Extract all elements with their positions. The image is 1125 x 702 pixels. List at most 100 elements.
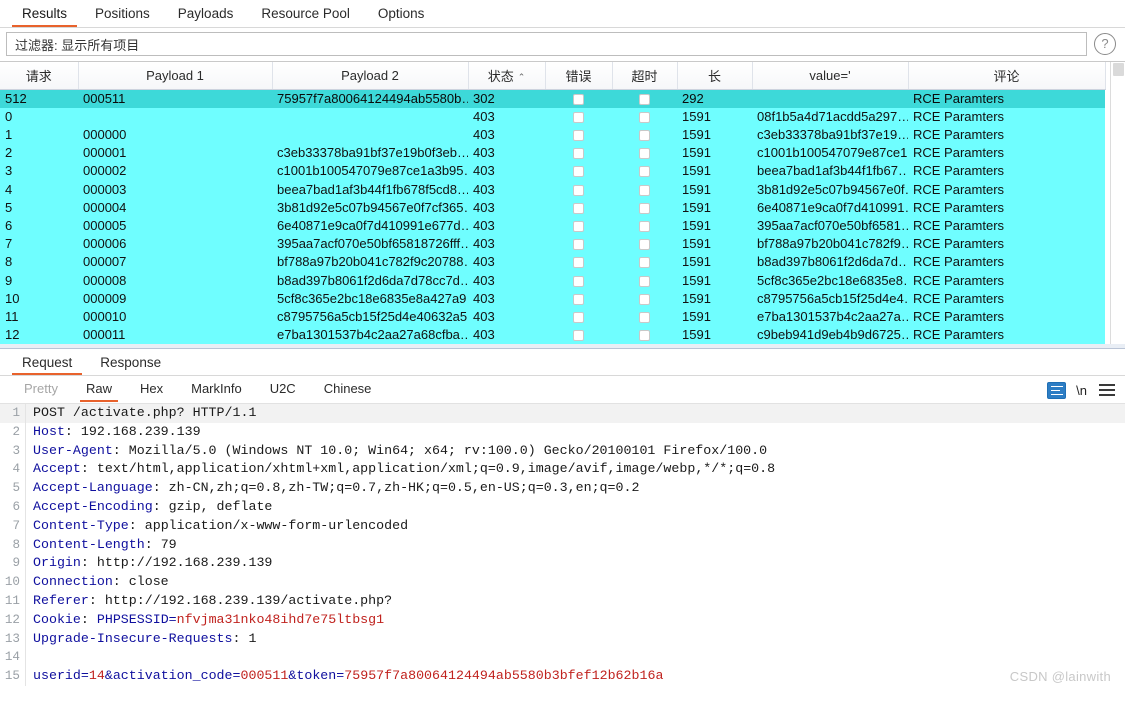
scrollbar-thumb[interactable]	[1113, 63, 1124, 76]
cell-error-checkbox[interactable]	[545, 181, 612, 199]
checkbox-icon[interactable]	[639, 293, 650, 305]
checkbox-icon[interactable]	[639, 330, 650, 342]
cell-error-checkbox[interactable]	[545, 89, 612, 108]
column-header-length[interactable]: 长	[677, 62, 753, 90]
table-row[interactable]: 2 000001 c3eb33378ba91bf37e19b0f3eb… 403 159…	[0, 144, 1105, 163]
column-header-error[interactable]: 错误	[545, 62, 613, 90]
checkbox-icon[interactable]	[639, 275, 650, 287]
checkbox-icon[interactable]	[639, 312, 650, 323]
cell-timeout-checkbox[interactable]	[612, 272, 677, 290]
checkbox-icon[interactable]	[573, 220, 584, 232]
view-tab-pretty[interactable]: Pretty	[10, 378, 72, 402]
checkbox-icon[interactable]	[639, 166, 650, 178]
checkbox-icon[interactable]	[639, 202, 650, 214]
cell-error-checkbox[interactable]	[545, 308, 612, 326]
column-header-status[interactable]: 状态 ⌃	[468, 62, 546, 90]
tab-results[interactable]: Results	[8, 2, 81, 27]
table-row[interactable]: 6 000005 6e40871e9ca0f7d410991e677d… 403 159…	[0, 216, 1105, 236]
table-row[interactable]: 8 000007 bf788a97b20b041c782f9c20788… 403 15…	[0, 253, 1105, 272]
cell-timeout-checkbox[interactable]	[612, 253, 677, 271]
cell-error-checkbox[interactable]	[545, 290, 612, 308]
checkbox-icon[interactable]	[573, 166, 584, 178]
checkbox-icon[interactable]	[639, 239, 650, 251]
checkbox-icon[interactable]	[639, 111, 650, 123]
table-row[interactable]: 4 000003 beea7bad1af3b44f1fb678f5cd8… 403 15…	[0, 180, 1105, 199]
checkbox-icon[interactable]	[573, 275, 584, 287]
cell-timeout-checkbox[interactable]	[612, 162, 677, 180]
cell-timeout-checkbox[interactable]	[612, 181, 677, 199]
cell-error-checkbox[interactable]	[545, 199, 612, 217]
table-row[interactable]: 9 000008 b8ad397b8061f2d6da7d78cc7d… 403 159…	[0, 271, 1105, 290]
checkbox-icon[interactable]	[573, 93, 584, 105]
cell-timeout-checkbox[interactable]	[612, 235, 677, 253]
cell-error-checkbox[interactable]	[545, 144, 612, 162]
cell-error-checkbox[interactable]	[545, 235, 612, 253]
question-mark-icon[interactable]: ?	[1094, 33, 1116, 55]
column-header-request[interactable]: 请求	[0, 62, 79, 90]
cell-timeout-checkbox[interactable]	[612, 290, 677, 308]
cell-timeout-checkbox[interactable]	[612, 199, 677, 217]
request-viewer[interactable]: 1 POST /activate.php? HTTP/1.1 2 Host: 192.…	[0, 404, 1125, 692]
checkbox-icon[interactable]	[639, 257, 650, 269]
column-header-timeout[interactable]: 超时	[612, 62, 678, 90]
cell-timeout-checkbox[interactable]	[612, 108, 677, 126]
tab-payloads[interactable]: Payloads	[164, 2, 248, 27]
view-tab-hex[interactable]: Hex	[126, 378, 177, 402]
cell-error-checkbox[interactable]	[545, 126, 612, 144]
table-row[interactable]: 1 000000 403 1591 c3eb33378ba91bf37e19… RCE P…	[0, 125, 1105, 145]
tab-options[interactable]: Options	[364, 2, 439, 27]
cell-timeout-checkbox[interactable]	[612, 126, 677, 144]
sort-ascending-icon[interactable]: ⌃	[518, 72, 526, 82]
cell-timeout-checkbox[interactable]	[612, 89, 677, 108]
checkbox-icon[interactable]	[573, 129, 584, 141]
checkbox-icon[interactable]	[573, 148, 584, 160]
view-tab-u2c[interactable]: U2C	[256, 378, 310, 402]
checkbox-icon[interactable]	[573, 330, 584, 342]
table-row[interactable]: 11 000010 c8795756a5cb15f25d4e40632a5… 403 1…	[0, 307, 1105, 327]
newline-toggle[interactable]: \n	[1076, 383, 1087, 398]
table-row[interactable]: 5 000004 3b81d92e5c07b94567e0f7cf365… 403 15…	[0, 198, 1105, 217]
table-row[interactable]: 10 000009 5cf8c365e2bc18e6835e8a427a9… 403 1…	[0, 289, 1105, 308]
column-header-payload2[interactable]: Payload 2	[272, 62, 469, 90]
hamburger-menu-icon[interactable]	[1097, 381, 1117, 399]
table-row[interactable]: 512 000511 75957f7a80064124494ab5580b… 302 2…	[0, 89, 1105, 108]
filter-input[interactable]: 过滤器: 显示所有项目	[6, 32, 1087, 56]
cell-error-checkbox[interactable]	[545, 326, 612, 344]
results-table-container[interactable]: 请求 Payload 1 Payload 2 状态 ⌃ 错误 超时长 value=' 评论 51…	[0, 61, 1125, 349]
word-wrap-icon[interactable]	[1046, 381, 1066, 399]
view-tab-chinese[interactable]: Chinese	[310, 378, 386, 402]
table-row[interactable]: 0 403 1591 08f1b5a4d71acdd5a297… RCE Paramte…	[0, 107, 1105, 126]
checkbox-icon[interactable]	[573, 239, 584, 251]
table-row[interactable]: 7 000006 395aa7acf070e50bf65818726fff… 403 1…	[0, 235, 1105, 254]
view-tab-markinfo[interactable]: MarkInfo	[177, 378, 256, 402]
results-vertical-scrollbar[interactable]	[1110, 62, 1125, 348]
table-row[interactable]: 3 000002 c1001b100547079e87ce1a3b95… 403 159…	[0, 162, 1105, 181]
cell-timeout-checkbox[interactable]	[612, 308, 677, 326]
table-row[interactable]: 12 000011 e7ba1301537b4c2aa27a68cfba… 403 15…	[0, 326, 1105, 345]
checkbox-icon[interactable]	[639, 93, 650, 105]
cell-error-checkbox[interactable]	[545, 272, 612, 290]
cell-timeout-checkbox[interactable]	[612, 326, 677, 344]
checkbox-icon[interactable]	[573, 202, 584, 214]
column-header-comment[interactable]: 评论	[908, 62, 1106, 90]
checkbox-icon[interactable]	[639, 129, 650, 141]
tab-request[interactable]: Request	[8, 352, 86, 375]
cell-timeout-checkbox[interactable]	[612, 144, 677, 162]
column-header-payload1[interactable]: Payload 1	[78, 62, 273, 90]
tab-positions[interactable]: Positions	[81, 2, 164, 27]
cell-error-checkbox[interactable]	[545, 253, 612, 271]
tab-resource-pool[interactable]: Resource Pool	[247, 2, 364, 27]
checkbox-icon[interactable]	[573, 312, 584, 323]
checkbox-icon[interactable]	[639, 184, 650, 196]
checkbox-icon[interactable]	[639, 220, 650, 232]
checkbox-icon[interactable]	[573, 257, 584, 269]
checkbox-icon[interactable]	[573, 293, 584, 305]
checkbox-icon[interactable]	[573, 184, 584, 196]
cell-error-checkbox[interactable]	[545, 108, 612, 126]
column-header-value[interactable]: value='	[752, 62, 909, 90]
checkbox-icon[interactable]	[573, 111, 584, 123]
view-tab-raw[interactable]: Raw	[72, 378, 126, 402]
cell-timeout-checkbox[interactable]	[612, 217, 677, 235]
tab-response[interactable]: Response	[86, 352, 175, 375]
cell-error-checkbox[interactable]	[545, 162, 612, 180]
